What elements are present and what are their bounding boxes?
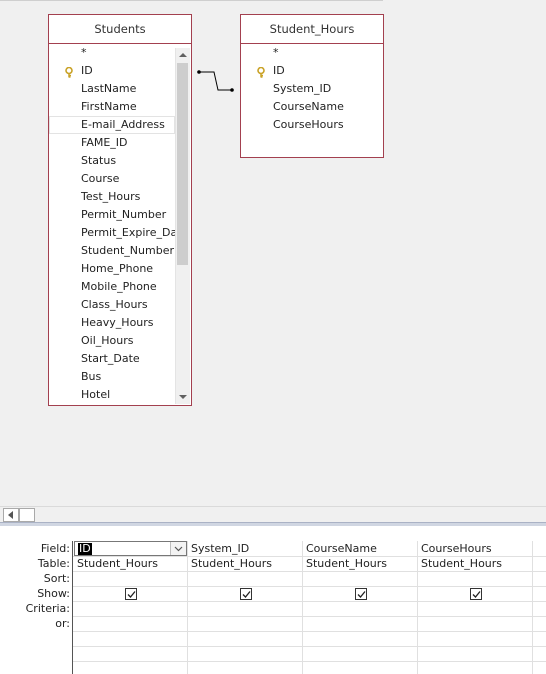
students-table-title[interactable]: Students [49, 15, 191, 44]
row-label-field: Field: [40, 542, 70, 555]
field-label: LastName [81, 82, 137, 95]
grid-line [73, 661, 546, 662]
field-label: * [81, 46, 87, 59]
field-list-item[interactable]: Home_Phone [49, 260, 175, 278]
field-list-item[interactable]: System_ID [241, 80, 383, 98]
students-table[interactable]: Students * ID LastName FirstName E-mail_Addr… [48, 14, 192, 406]
field-list-item[interactable]: Permit_Number [49, 206, 175, 224]
table-cell-col4[interactable]: Student_Hours [418, 556, 532, 571]
field-label: * [273, 46, 279, 59]
student-hours-table-title[interactable]: Student_Hours [241, 15, 383, 44]
field-list-item[interactable]: Permit_Expire_Date [49, 224, 175, 242]
table-cell-col1[interactable]: Student_Hours [74, 556, 187, 571]
grid-line [73, 586, 546, 587]
grid-line [73, 646, 546, 647]
field-label: ID [81, 64, 93, 77]
scroll-thumb[interactable] [177, 63, 188, 265]
field-label: E-mail_Address [81, 118, 165, 131]
field-list-item[interactable]: FAME_ID [49, 134, 175, 152]
join-line[interactable] [196, 66, 238, 96]
field-list-item[interactable]: Bus [49, 368, 175, 386]
field-dropdown-chevron-down-icon[interactable] [170, 542, 186, 555]
field-label: FAME_ID [81, 136, 128, 149]
field-label: CourseHours [273, 118, 344, 131]
field-label: Permit_Expire_Date [81, 226, 175, 239]
field-label: Hotel [81, 388, 111, 401]
query-design-grid[interactable]: ID Student_Hours System_ID Student_Hours… [72, 541, 546, 674]
field-list-item[interactable]: CourseHours [241, 116, 383, 134]
field-list-item[interactable]: Status [49, 152, 175, 170]
grid-line [73, 616, 546, 617]
row-label-criteria: Criteria: [25, 602, 70, 615]
field-list-item[interactable]: E-mail_Address [49, 116, 175, 134]
query-grid-area: Field: Table: Sort: Show: Criteria: or: … [0, 526, 546, 674]
field-label: CourseName [273, 100, 344, 113]
field-list-item[interactable]: Oil_Hours [49, 332, 175, 350]
row-label-sort: Sort: [43, 572, 70, 585]
grid-column-divider[interactable] [532, 541, 533, 674]
field-label: System_ID [273, 82, 332, 95]
field-label: Status [81, 154, 117, 167]
students-vertical-scrollbar[interactable] [175, 48, 190, 404]
field-list-item[interactable]: LastName [49, 80, 175, 98]
field-label: Start_Date [81, 352, 140, 365]
field-label: Course [81, 172, 120, 185]
field-list-item[interactable]: ID [49, 62, 175, 80]
row-label-table: Table: [37, 557, 70, 570]
pane-top-border [0, 0, 383, 1]
field-value-col1[interactable]: ID [78, 543, 92, 555]
field-label: Oil_Hours [81, 334, 134, 347]
field-list-item[interactable]: Heavy_Hours [49, 314, 175, 332]
show-checkbox-col2[interactable] [240, 588, 252, 600]
field-label: Class_Hours [81, 298, 148, 311]
student-hours-field-list[interactable]: * ID System_ID CourseName CourseHours [241, 44, 383, 157]
field-list-item[interactable]: * [49, 44, 175, 62]
grid-row-labels: Field: Table: Sort: Show: Criteria: or: [0, 541, 70, 631]
grid-line [73, 571, 546, 572]
scroll-up-arrow-icon[interactable] [176, 48, 190, 62]
show-checkbox-col3[interactable] [355, 588, 367, 600]
field-label: FirstName [81, 100, 137, 113]
field-list-item[interactable]: Class_Hours [49, 296, 175, 314]
field-list-item[interactable]: Course [49, 170, 175, 188]
design-horizontal-scrollbar[interactable] [0, 506, 546, 523]
primary-key-icon [256, 66, 266, 78]
row-label-or: or: [55, 617, 70, 630]
show-checkbox-col4[interactable] [470, 588, 482, 600]
field-label: ID [273, 64, 285, 77]
scroll-down-arrow-icon[interactable] [176, 390, 190, 404]
field-cell-col1[interactable]: ID [74, 541, 187, 556]
field-label: Heavy_Hours [81, 316, 154, 329]
grid-line [73, 601, 546, 602]
field-list-item[interactable]: Start_Date [49, 350, 175, 368]
field-cell-col3[interactable]: CourseName [303, 541, 417, 556]
field-list-item[interactable]: Hotel [49, 386, 175, 404]
field-list-item[interactable]: Mobile_Phone [49, 278, 175, 296]
field-list-item[interactable]: CourseName [241, 98, 383, 116]
field-label: Permit_Number [81, 208, 167, 221]
scroll-left-arrow-icon[interactable] [3, 508, 19, 522]
show-checkbox-col1[interactable] [125, 588, 137, 600]
field-label: Mobile_Phone [81, 280, 157, 293]
students-field-list[interactable]: * ID LastName FirstName E-mail_Address FAME_I… [49, 44, 175, 405]
scroll-thumb-horizontal[interactable] [19, 508, 35, 522]
field-list-item[interactable]: * [241, 44, 383, 62]
field-list-item[interactable]: Test_Hours [49, 188, 175, 206]
field-label: Test_Hours [81, 190, 141, 203]
field-cell-col4[interactable]: CourseHours [418, 541, 532, 556]
query-design-pane: Students * ID LastName FirstName E-mail_Addr… [0, 0, 546, 506]
table-cell-col3[interactable]: Student_Hours [303, 556, 417, 571]
field-label: Bus [81, 370, 102, 383]
field-list-item[interactable]: FirstName [49, 98, 175, 116]
student-hours-table[interactable]: Student_Hours * ID System_ID CourseName Cour… [240, 14, 384, 158]
grid-line [73, 631, 546, 632]
field-label: Home_Phone [81, 262, 154, 275]
field-list-item[interactable]: Student_Number [49, 242, 175, 260]
table-cell-col2[interactable]: Student_Hours [188, 556, 302, 571]
row-label-show: Show: [37, 587, 70, 600]
field-label: Student_Number [81, 244, 174, 257]
primary-key-icon [64, 66, 74, 78]
field-list-item[interactable]: ID [241, 62, 383, 80]
field-cell-col2[interactable]: System_ID [188, 541, 302, 556]
